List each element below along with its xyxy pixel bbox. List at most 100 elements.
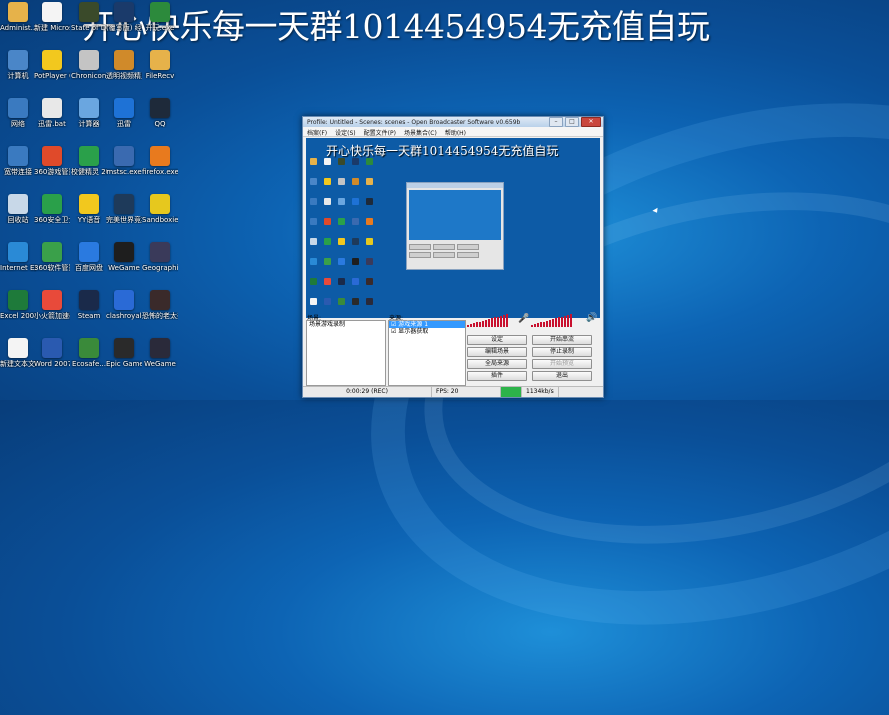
desktop-icon-label: FileRecv (145, 72, 175, 80)
app-icon (150, 2, 170, 22)
steam-icon (79, 290, 99, 310)
meter-bar (555, 318, 557, 327)
desktop-icon[interactable]: 计算机 (0, 50, 36, 80)
desktop-icon[interactable]: YY语音 (71, 194, 107, 224)
speaker-icon[interactable]: 🔊 (586, 313, 597, 323)
bitrate-readout: 1134kb/s (522, 387, 559, 397)
menu-settings[interactable]: 设定(S) (331, 127, 360, 137)
desktop-icon-label: Epic Games Launcher (106, 360, 142, 368)
stop-recording-button[interactable]: 停止录制 (532, 347, 592, 357)
desktop-icon[interactable]: firefox.exe (142, 146, 178, 176)
meter-bar (549, 319, 551, 327)
desktop-icon[interactable]: 计算器 (71, 98, 107, 128)
exit-button[interactable]: 退出 (532, 371, 592, 381)
desktop-icon[interactable]: Word 2007 (34, 338, 70, 368)
plugins-button[interactable]: 插件 (467, 371, 527, 381)
desktop-icon[interactable]: 迅雷.bat (34, 98, 70, 128)
ie-icon (8, 242, 28, 262)
desktop-icon[interactable]: State of Decay 2 ... (71, 2, 107, 32)
desktop-icon[interactable]: Sandboxie Control (142, 194, 178, 224)
desktop-icon[interactable]: Chronicon... (71, 50, 107, 80)
start-stream-button[interactable]: 开始串流 (532, 335, 592, 345)
menu-scene-collection[interactable]: 场景集合(C) (400, 127, 441, 137)
desktop-icon[interactable]: 360游戏管家 (34, 146, 70, 176)
app-icon (150, 194, 170, 214)
app-icon (79, 146, 99, 166)
obs-titlebar[interactable]: Profile: Untitled - Scenes: scenes - Ope… (303, 117, 603, 127)
desktop-icon[interactable]: 完美世界竞技 (106, 194, 142, 224)
desktop-icon[interactable]: FileRecv (142, 50, 178, 80)
menu-profiles[interactable]: 配置文件(P) (360, 127, 400, 137)
maximize-button[interactable]: □ (565, 117, 579, 127)
menu-help[interactable]: 帮助(H) (441, 127, 470, 137)
desktop-icon[interactable]: 回收站 (0, 194, 36, 224)
desktop-icon[interactable]: 宽带连接 (0, 146, 36, 176)
desktop-icon[interactable]: 透明视频精灵.exe (106, 50, 142, 80)
desktop-icon[interactable]: 360软件管家 (34, 242, 70, 272)
source-item[interactable]: ☑ 显示器获取 (389, 328, 465, 335)
meter-bar (543, 321, 545, 327)
desktop-icon[interactable]: 开玩.exe (142, 2, 178, 32)
preview-desktop-icon (338, 158, 345, 165)
desktop-icon[interactable]: 新建 Microsoft ... (34, 2, 70, 32)
menu-bar: 档案(F) 设定(S) 配置文件(P) 场景集合(C) 帮助(H) (303, 127, 603, 137)
desktop-icon[interactable]: WeGame (142, 338, 178, 368)
desktop-icon[interactable]: 新建文本文档 (0, 338, 36, 368)
settings-button[interactable]: 设定 (467, 335, 527, 345)
qq-icon (150, 98, 170, 118)
app-icon (42, 146, 62, 166)
preview-desktop-icon (352, 258, 359, 265)
desktop-icon[interactable]: Epic Games Launcher (106, 338, 142, 368)
source-item[interactable]: ☑ 游戏来源 1 (389, 321, 465, 328)
desktop-icon[interactable]: Internet Explorer (0, 242, 36, 272)
desktop-icon[interactable]: WeGame (106, 242, 142, 272)
preview-desktop-icon (352, 178, 359, 185)
preview-desktop-icon (366, 198, 373, 205)
microphone-icon[interactable]: 🎤 (518, 314, 529, 324)
minimize-button[interactable]: – (549, 117, 563, 127)
desktop-icon-label: 网络 (11, 120, 25, 128)
desktop-icon[interactable]: 网络 (0, 98, 36, 128)
desktop-icon[interactable]: Ecosafe... (71, 338, 107, 368)
app-icon (79, 242, 99, 262)
desktop-icon[interactable]: GeographicNet... (142, 242, 178, 272)
desktop-icon[interactable]: QQ (142, 98, 178, 128)
desktop-icon[interactable]: Steam (71, 290, 107, 320)
desktop-icon[interactable]: 百度网盘 (71, 242, 107, 272)
desktop-icon[interactable]: 360安全卫士 (34, 194, 70, 224)
desktop-icon[interactable]: 恐怖的老太婆 (142, 290, 178, 320)
close-button[interactable]: ✕ (581, 117, 601, 127)
status-indicator-icon (501, 387, 522, 397)
scene-item[interactable]: 场景游戏录制 (307, 321, 385, 328)
edit-scene-button[interactable]: 编辑场景 (467, 347, 527, 357)
meter-bar (564, 315, 566, 327)
menu-file[interactable]: 档案(F) (303, 127, 331, 137)
network-icon (8, 98, 28, 118)
preview-desktop-icon (366, 278, 373, 285)
desktop-icon[interactable]: Excel 2007 (0, 290, 36, 320)
desktop-icon[interactable]: clashroyale... (106, 290, 142, 320)
preview-desktop-icon (324, 178, 331, 185)
preview-desktop-icon (310, 278, 317, 285)
app-icon (114, 194, 134, 214)
scenes-list[interactable]: 场景游戏录制 (306, 320, 386, 386)
start-preview-button[interactable]: 开始预览 (532, 359, 592, 369)
sources-list[interactable]: ☑ 游戏来源 1 ☑ 显示器获取 (388, 320, 466, 386)
desktop-icon[interactable]: 迅雷 (106, 98, 142, 128)
desktop-icon[interactable]: Administ... (0, 2, 36, 32)
desktop-icon[interactable]: PotPlayer 64 bit (34, 50, 70, 80)
computer-icon (8, 50, 28, 70)
meter-bar (546, 320, 548, 327)
desktop-icon[interactable]: mstsc.exe (106, 146, 142, 176)
obs-window[interactable]: Profile: Untitled - Scenes: scenes - Ope… (302, 116, 604, 398)
desktop-icon[interactable]: (覆写版) 经典对决 (106, 2, 142, 32)
desktop-icon-label: clashroyale... (106, 312, 142, 320)
desktop-icon-label: 宽带连接 (4, 168, 32, 176)
desktop-icon[interactable]: 小火箭加速器 (34, 290, 70, 320)
status-bar: 0:00:29 (REC) FPS: 20 1134kb/s (303, 386, 603, 397)
player-icon (42, 50, 62, 70)
desktop-icon[interactable]: 校健精灵 2018-06 (71, 146, 107, 176)
desktop-icon-label: Internet Explorer (0, 264, 36, 272)
preview-desktop-icon (338, 198, 345, 205)
global-sources-button[interactable]: 全局来源 (467, 359, 527, 369)
